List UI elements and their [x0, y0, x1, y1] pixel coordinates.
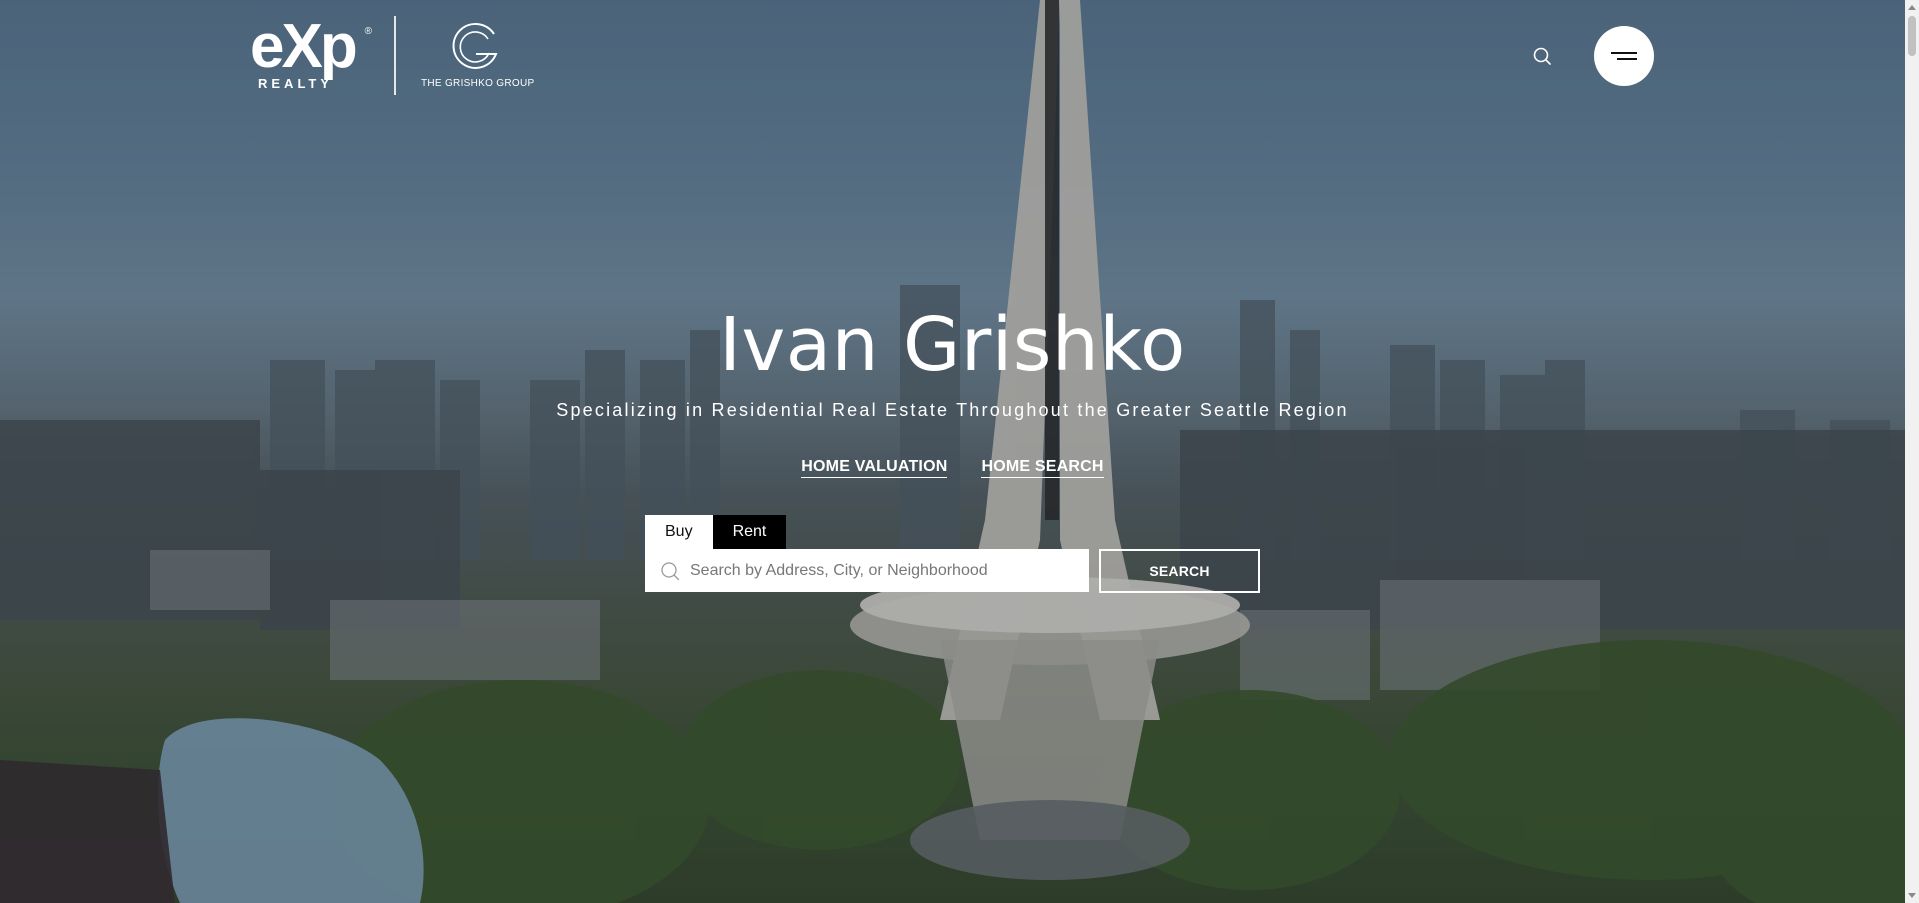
grishko-group-logo[interactable]: THE GRISHKO GROUP	[418, 20, 534, 92]
scroll-up-arrow-icon[interactable]	[1908, 5, 1916, 10]
exp-realty-logo[interactable]: eXp ® REALTY	[250, 12, 372, 91]
search-button[interactable]: SEARCH	[1099, 549, 1260, 593]
hamburger-menu-icon-bar	[1617, 58, 1637, 60]
grishko-group-name: THE GRISHKO GROUP	[421, 78, 535, 89]
scroll-down-arrow-icon[interactable]	[1908, 893, 1916, 898]
hero-links: HOME VALUATION HOME SEARCH	[0, 458, 1905, 478]
search-tabs: Buy Rent	[645, 515, 787, 549]
tab-buy[interactable]: Buy	[645, 515, 713, 549]
home-valuation-link[interactable]: HOME VALUATION	[801, 458, 948, 478]
exp-logo-registered-mark: ®	[364, 26, 372, 37]
menu-button[interactable]	[1594, 26, 1654, 86]
hero-dark-overlay	[0, 0, 1905, 903]
header-search-button[interactable]	[1532, 46, 1554, 68]
grishko-g-icon	[452, 22, 498, 69]
logo-divider	[394, 16, 396, 95]
search-box	[645, 549, 1089, 592]
tab-rent[interactable]: Rent	[712, 515, 787, 549]
search-icon	[1533, 47, 1551, 65]
exp-logo-word: eXp	[250, 12, 358, 81]
exp-logo-realty: REALTY	[258, 76, 334, 91]
hero-subtitle: Specializing in Residential Real Estate …	[556, 400, 1349, 420]
home-search-link[interactable]: HOME SEARCH	[981, 458, 1104, 478]
search-icon	[661, 562, 680, 581]
search-input[interactable]	[690, 549, 1080, 592]
page: eXp ® REALTY THE GRISHKO GROUP Ivan Gris…	[0, 0, 1919, 903]
hamburger-menu-icon	[1611, 52, 1637, 54]
page-scrollbar[interactable]	[1905, 0, 1919, 903]
scroll-thumb[interactable]	[1908, 16, 1916, 56]
hero-title: Ivan Grishko	[719, 302, 1186, 388]
